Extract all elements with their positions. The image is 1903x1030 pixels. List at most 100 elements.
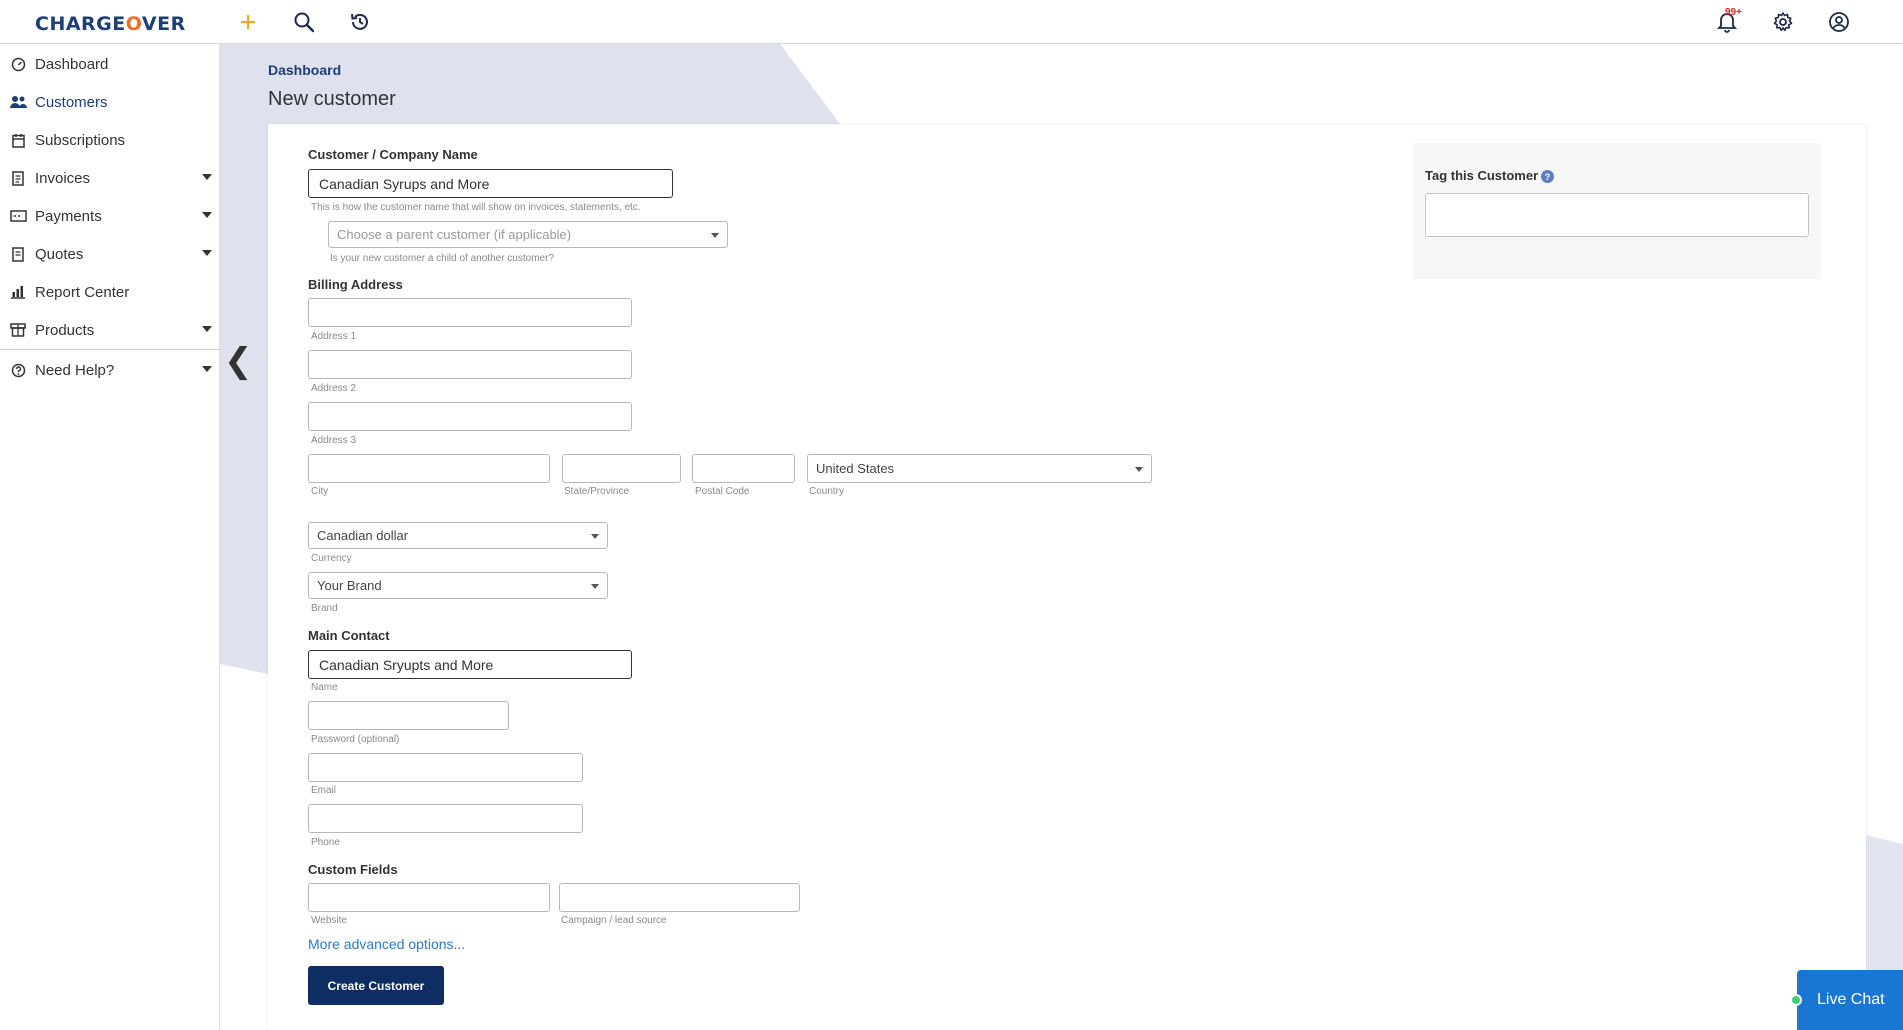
currency-select[interactable]: Canadian dollar	[308, 522, 608, 549]
password-hint: Password (optional)	[311, 734, 400, 745]
sidebar-item-need-help[interactable]: Need Help?	[0, 351, 220, 389]
payment-card-icon	[9, 207, 27, 225]
search-icon[interactable]	[290, 8, 318, 36]
parent-customer-placeholder: Choose a parent customer (if applicable)	[337, 227, 572, 242]
address2-input[interactable]	[308, 350, 632, 379]
chevron-down-icon	[202, 366, 212, 372]
sidebar-collapse-toggle[interactable]: ❮	[224, 344, 253, 378]
email-input[interactable]	[308, 753, 583, 782]
sidebar-item-label: Invoices	[35, 169, 91, 187]
address3-input[interactable]	[308, 402, 632, 431]
box-icon	[9, 321, 27, 339]
report-chart-icon	[9, 283, 27, 301]
city-hint: City	[311, 486, 329, 497]
create-customer-button[interactable]: Create Customer	[308, 966, 444, 1005]
website-hint: Website	[311, 915, 347, 926]
state-province-hint: State/Province	[564, 486, 630, 497]
country-select[interactable]: United States	[807, 454, 1152, 483]
sidebar-item-label: Subscriptions	[35, 131, 126, 149]
chevron-down-icon	[202, 212, 212, 218]
password-input[interactable]	[308, 701, 509, 730]
company-name-input[interactable]	[308, 169, 673, 198]
sidebar-item-quotes[interactable]: Quotes	[0, 235, 220, 273]
chevron-down-icon	[202, 250, 212, 256]
sidebar-item-dashboard[interactable]: Dashboard	[0, 45, 220, 83]
phone-hint: Phone	[311, 837, 340, 848]
calendar-icon	[9, 131, 27, 149]
chevron-down-icon	[711, 233, 719, 238]
sidebar-item-label: Quotes	[35, 245, 84, 263]
invoice-icon	[9, 169, 27, 187]
country-hint: Country	[809, 486, 845, 497]
address3-hint: Address 3	[311, 435, 357, 446]
city-input[interactable]	[308, 454, 550, 483]
chevron-down-icon	[591, 534, 599, 539]
sidebar-item-invoices[interactable]: Invoices	[0, 159, 220, 197]
contact-name-hint: Name	[311, 682, 338, 693]
user-account-icon[interactable]	[1825, 8, 1853, 36]
sidebar-item-label: Dashboard	[35, 55, 109, 73]
main-contact-label: Main Contact	[308, 628, 390, 643]
campaign-lead-source-hint: Campaign / lead source	[561, 915, 667, 926]
company-name-label: Customer / Company Name	[308, 147, 478, 162]
brand-select[interactable]: Your Brand	[308, 572, 608, 599]
currency-hint: Currency	[311, 553, 352, 564]
tag-customer-panel: Tag this Customer ?	[1413, 143, 1821, 279]
chevron-down-icon	[591, 584, 599, 589]
history-icon[interactable]	[346, 8, 374, 36]
sidebar-item-label: Products	[35, 321, 95, 339]
live-chat-label: Live Chat	[1817, 991, 1885, 1008]
breadcrumb[interactable]: Dashboard	[268, 62, 341, 78]
sidebar-item-report-center[interactable]: Report Center	[0, 273, 220, 311]
sidebar-item-label: Need Help?	[35, 361, 115, 379]
gear-icon[interactable]	[1769, 8, 1797, 36]
address2-hint: Address 2	[311, 383, 357, 394]
more-advanced-options-link[interactable]: More advanced options...	[308, 936, 465, 952]
top-bar: CHARGEOVER 99+	[0, 0, 1903, 44]
online-status-dot	[1790, 994, 1802, 1006]
tag-customer-input[interactable]	[1425, 193, 1809, 237]
sidebar: Dashboard Customers Subscriptions Invoic…	[0, 44, 220, 1030]
currency-value: Canadian dollar	[317, 528, 409, 543]
sidebar-item-payments[interactable]: Payments	[0, 197, 220, 235]
sidebar-item-label: Customers	[35, 93, 108, 111]
page-title: New customer	[268, 88, 396, 110]
chevron-down-icon	[202, 174, 212, 180]
postal-code-hint: Postal Code	[695, 486, 750, 497]
brand-hint: Brand	[311, 603, 338, 614]
users-icon	[9, 93, 27, 111]
sidebar-item-label: Report Center	[35, 283, 130, 301]
billing-address-label: Billing Address	[308, 277, 403, 292]
sidebar-item-customers[interactable]: Customers	[0, 83, 220, 121]
website-input[interactable]	[308, 883, 550, 912]
help-icon[interactable]: ?	[1541, 170, 1554, 183]
parent-customer-hint: Is your new customer a child of another …	[330, 253, 554, 264]
contact-name-input[interactable]	[308, 650, 632, 679]
sidebar-item-products[interactable]: Products	[0, 311, 220, 349]
phone-input[interactable]	[308, 804, 583, 833]
brand-value: Your Brand	[317, 578, 382, 593]
add-icon[interactable]	[234, 8, 262, 36]
address1-hint: Address 1	[311, 331, 357, 342]
chevron-down-icon	[202, 326, 212, 332]
quote-icon	[9, 245, 27, 263]
sidebar-item-label: Payments	[35, 207, 102, 225]
country-value: United States	[816, 461, 895, 476]
chargeover-logo[interactable]: CHARGEOVER	[35, 13, 186, 35]
state-province-input[interactable]	[562, 454, 681, 483]
tag-customer-label: Tag this Customer	[1425, 168, 1539, 183]
address1-input[interactable]	[308, 298, 632, 327]
sidebar-item-subscriptions[interactable]: Subscriptions	[0, 121, 220, 159]
chevron-down-icon	[1135, 467, 1143, 472]
company-name-hint: This is how the customer name that will …	[311, 202, 641, 213]
custom-fields-label: Custom Fields	[308, 862, 398, 877]
postal-code-input[interactable]	[692, 454, 795, 483]
parent-customer-select[interactable]: Choose a parent customer (if applicable)	[328, 221, 728, 248]
notification-badge: 99+	[1725, 7, 1742, 18]
gauge-icon	[9, 55, 27, 73]
email-hint: Email	[311, 785, 337, 796]
live-chat-button[interactable]: Live Chat	[1797, 970, 1903, 1030]
campaign-lead-source-input[interactable]	[559, 883, 800, 912]
question-circle-icon	[9, 361, 27, 379]
sidebar-divider	[0, 349, 220, 350]
